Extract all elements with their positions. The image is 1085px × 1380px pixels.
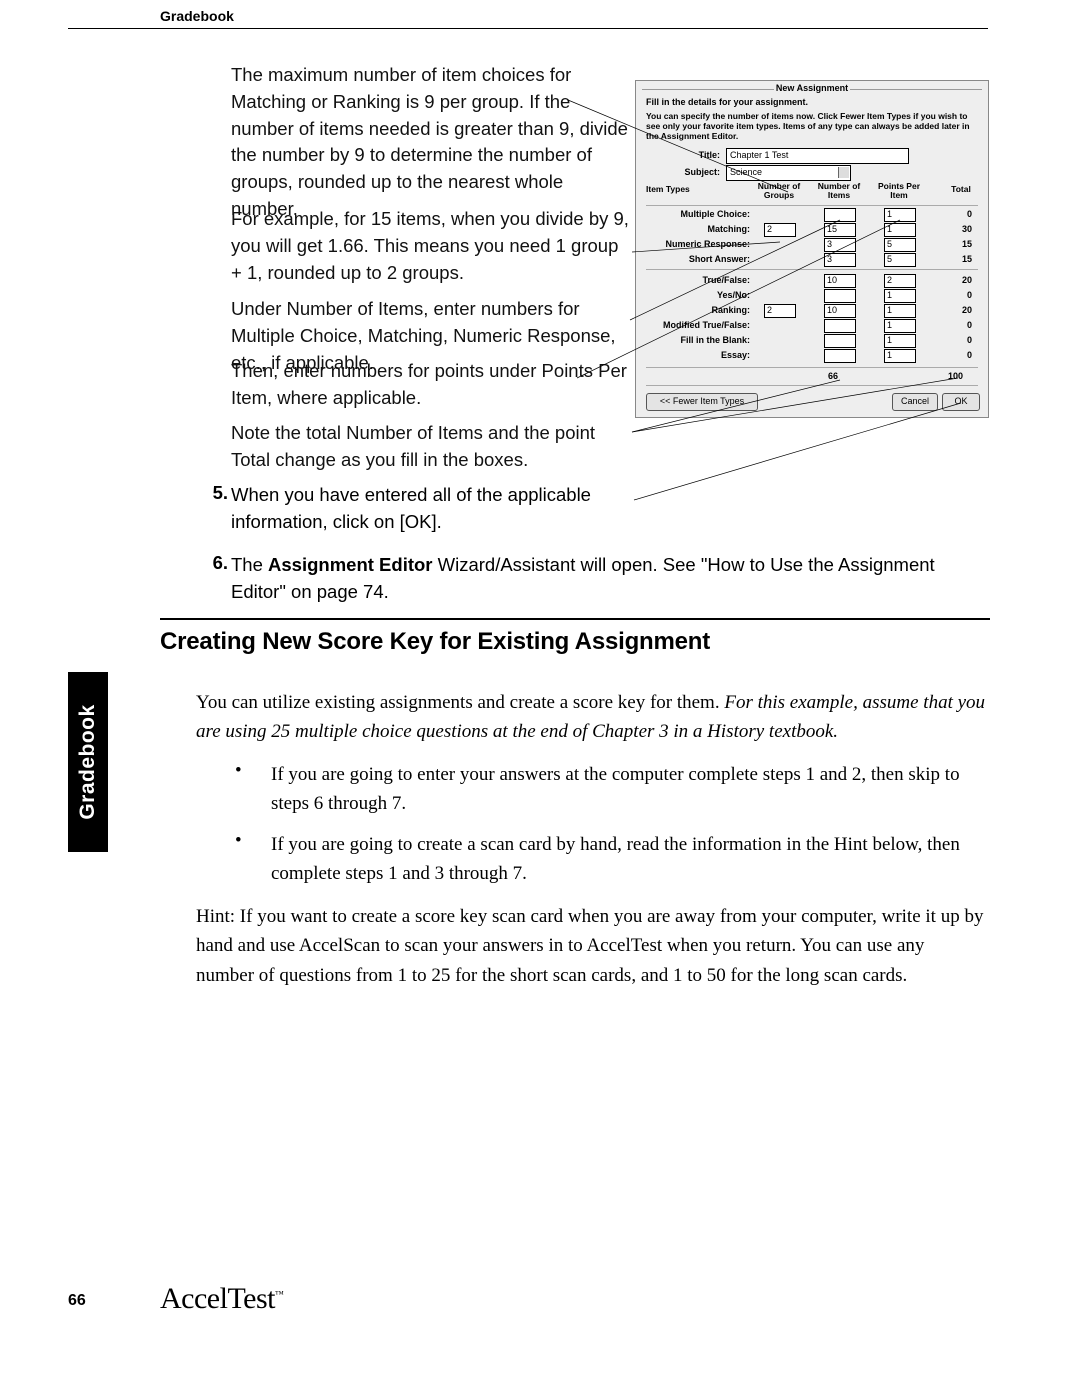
subject-label: Subject: — [674, 167, 720, 177]
divider — [646, 269, 978, 270]
ppi-input[interactable]: 1 — [884, 319, 916, 333]
divider — [646, 205, 978, 206]
paragraph: Then, enter numbers for points under Poi… — [231, 358, 631, 412]
ok-button[interactable]: OK — [942, 393, 980, 411]
row-label: True/False: — [650, 275, 750, 285]
items-input[interactable]: 3 — [824, 253, 856, 267]
items-input[interactable] — [824, 289, 856, 303]
product-logo: AccelTest™ — [160, 1282, 283, 1316]
items-input[interactable] — [824, 349, 856, 363]
col-itemtypes: Item Types — [646, 185, 706, 194]
row-total: 15 — [948, 254, 972, 264]
logo-text: AccelTest — [160, 1282, 275, 1315]
row-total: 15 — [948, 239, 972, 249]
row-label: Multiple Choice: — [650, 209, 750, 219]
ppi-input[interactable]: 2 — [884, 274, 916, 288]
row-label: Yes/No: — [650, 290, 750, 300]
page-number: 66 — [68, 1292, 86, 1310]
items-input[interactable] — [824, 334, 856, 348]
step-number-5: 5. — [200, 482, 228, 504]
col-groups: Number of Groups — [754, 182, 804, 200]
text: You can utilize existing assignments and… — [196, 692, 724, 713]
title-label: Title: — [674, 150, 720, 160]
subject-select[interactable]: Science — [726, 165, 851, 181]
groups-input[interactable]: 2 — [764, 223, 796, 237]
dialog-subtext: You can specify the number of items now.… — [646, 111, 976, 142]
hint-paragraph: Hint: If you want to create a score key … — [196, 902, 986, 990]
groups-input[interactable]: 2 — [764, 304, 796, 318]
row-label: Matching: — [650, 224, 750, 234]
row-label: Ranking: — [650, 305, 750, 315]
chapter-tab-label: Gradebook — [76, 704, 100, 819]
new-assignment-dialog: New Assignment Fill in the details for y… — [635, 80, 989, 418]
items-input[interactable] — [824, 319, 856, 333]
items-input[interactable]: 10 — [824, 304, 856, 318]
paragraph: Note the total Number of Items and the p… — [231, 420, 631, 474]
row-total: 0 — [948, 290, 972, 300]
step-text-6: The Assignment Editor Wizard/Assistant w… — [231, 552, 971, 606]
row-label: Short Answer: — [650, 254, 750, 264]
row-label: Fill in the Blank: — [650, 335, 750, 345]
title-input[interactable]: Chapter 1 Test — [726, 148, 909, 164]
row-label: Essay: — [650, 350, 750, 360]
sum-items: 66 — [828, 371, 838, 381]
ppi-input[interactable]: 5 — [884, 253, 916, 267]
row-label: Numeric Response: — [650, 239, 750, 249]
ppi-input[interactable]: 1 — [884, 208, 916, 222]
row-total: 0 — [948, 335, 972, 345]
row-total: 20 — [948, 275, 972, 285]
row-total: 0 — [948, 209, 972, 219]
ppi-input[interactable]: 1 — [884, 304, 916, 318]
text: The — [231, 554, 268, 575]
divider — [646, 385, 978, 386]
list-item-text: If you are going to create a scan card b… — [271, 830, 991, 889]
section-heading: Creating New Score Key for Existing Assi… — [160, 628, 710, 656]
ppi-input[interactable]: 1 — [884, 334, 916, 348]
header-rule — [68, 28, 988, 29]
ppi-input[interactable]: 5 — [884, 238, 916, 252]
ppi-input[interactable]: 1 — [884, 223, 916, 237]
paragraph: For example, for 15 items, when you divi… — [231, 206, 631, 286]
bullet-icon: • — [235, 830, 242, 852]
paragraph: You can utilize existing assignments and… — [196, 688, 986, 747]
items-input[interactable]: 3 — [824, 238, 856, 252]
text-bold: Assignment Editor — [268, 554, 432, 575]
fewer-item-types-button[interactable]: << Fewer Item Types — [646, 393, 758, 411]
row-label: Modified True/False: — [650, 320, 750, 330]
chapter-tab: Gradebook — [68, 672, 108, 852]
row-total: 30 — [948, 224, 972, 234]
col-items: Number of Items — [814, 182, 864, 200]
dialog-title: New Assignment — [636, 83, 988, 93]
items-input[interactable]: 10 — [824, 274, 856, 288]
list-item-text: If you are going to enter your answers a… — [271, 760, 991, 819]
ppi-input[interactable]: 1 — [884, 349, 916, 363]
paragraph: The maximum number of item choices for M… — [231, 62, 631, 223]
trademark-icon: ™ — [275, 1289, 283, 1299]
cancel-button[interactable]: Cancel — [892, 393, 938, 411]
col-total: Total — [944, 185, 978, 194]
step-number-6: 6. — [200, 552, 228, 574]
divider — [646, 367, 978, 368]
row-total: 20 — [948, 305, 972, 315]
bullet-icon: • — [235, 760, 242, 782]
row-total: 0 — [948, 320, 972, 330]
step-text-5: When you have entered all of the applica… — [231, 482, 631, 536]
items-input[interactable] — [824, 208, 856, 222]
row-total: 0 — [948, 350, 972, 360]
sum-total: 100 — [948, 371, 963, 381]
section-rule — [160, 618, 990, 620]
col-ppi: Points Per Item — [874, 182, 924, 200]
ppi-input[interactable]: 1 — [884, 289, 916, 303]
items-input[interactable]: 15 — [824, 223, 856, 237]
dialog-instruction: Fill in the details for your assignment. — [646, 97, 976, 107]
running-header: Gradebook — [160, 8, 234, 24]
